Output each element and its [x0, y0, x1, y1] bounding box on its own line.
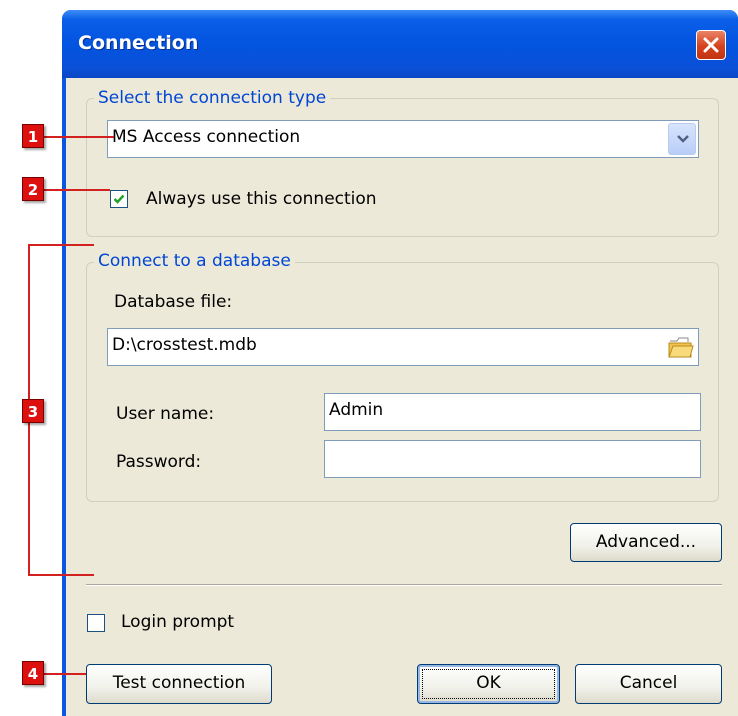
dialog-body: Select the connection type MS Access con… — [66, 78, 738, 716]
connection-dialog: Connection Select the connection type MS… — [62, 10, 738, 716]
username-value: Admin — [329, 400, 384, 420]
login-prompt-checkbox[interactable] — [87, 614, 105, 632]
database-file-value: D:\crosstest.mdb — [112, 335, 257, 355]
close-button[interactable] — [696, 30, 726, 60]
callout-3-bracket-top — [28, 244, 94, 246]
callout-3-badge: 3 — [22, 399, 44, 423]
callout-1-line — [44, 136, 114, 138]
close-icon — [703, 37, 719, 53]
ok-button-label: OK — [476, 673, 501, 693]
cancel-button-label: Cancel — [619, 673, 678, 693]
database-file-field[interactable]: D:\crosstest.mdb — [107, 328, 699, 366]
check-icon — [113, 194, 125, 204]
ok-button[interactable]: OK — [417, 664, 560, 704]
browse-button[interactable] — [668, 335, 694, 359]
chevron-down-icon — [677, 135, 689, 143]
callout-3-bracket-bottom — [28, 574, 94, 576]
divider — [86, 584, 722, 586]
title-bar[interactable]: Connection — [62, 10, 738, 78]
username-field[interactable]: Admin — [324, 393, 701, 431]
connection-type-value: MS Access connection — [112, 127, 301, 147]
test-connection-button[interactable]: Test connection — [86, 664, 272, 704]
always-use-checkbox[interactable] — [110, 190, 128, 208]
callout-4-line — [44, 673, 86, 675]
database-file-label: Database file: — [114, 292, 233, 312]
connection-type-group — [86, 98, 719, 237]
window-title: Connection — [78, 32, 199, 54]
database-legend: Connect to a database — [94, 251, 295, 271]
folder-icon — [668, 337, 694, 358]
connection-type-select[interactable]: MS Access connection — [107, 120, 699, 158]
callout-2-line — [44, 189, 110, 191]
test-connection-label: Test connection — [112, 673, 246, 693]
dropdown-button[interactable] — [668, 123, 696, 155]
password-label: Password: — [116, 452, 202, 472]
callout-1-badge: 1 — [22, 124, 44, 148]
login-prompt-label: Login prompt — [121, 612, 235, 632]
always-use-label: Always use this connection — [146, 189, 377, 209]
callout-4-badge: 4 — [22, 661, 44, 685]
cancel-button[interactable]: Cancel — [575, 664, 722, 704]
connection-type-legend: Select the connection type — [94, 88, 331, 108]
username-label: User name: — [116, 404, 215, 424]
password-field[interactable] — [324, 440, 701, 478]
callout-2-badge: 2 — [22, 177, 44, 201]
advanced-button[interactable]: Advanced... — [570, 523, 722, 562]
advanced-button-label: Advanced... — [595, 532, 697, 552]
